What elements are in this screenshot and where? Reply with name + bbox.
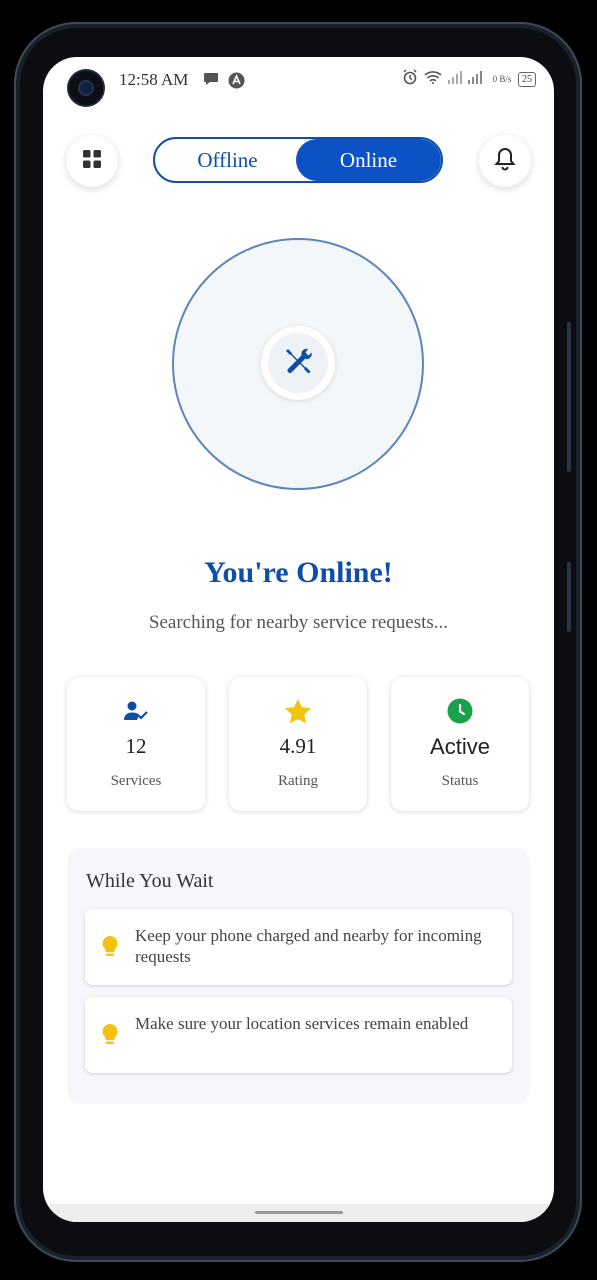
stat-card-services: 12 Services	[67, 677, 205, 811]
stat-value: 4.91	[279, 734, 317, 758]
tips-title: While You Wait	[86, 870, 214, 892]
clock-icon	[391, 697, 529, 725]
availability-toggle[interactable]: Offline Online	[153, 137, 443, 183]
toggle-online[interactable]: Online	[296, 139, 441, 181]
lightbulb-icon	[101, 1023, 119, 1052]
side-button	[567, 562, 571, 632]
system-nav-bar	[43, 1204, 554, 1222]
battery-indicator: 25	[518, 71, 536, 87]
chat-bubble-icon	[203, 72, 219, 91]
tools-icon	[282, 345, 314, 382]
user-check-icon	[67, 697, 205, 725]
stat-value: 12	[125, 734, 147, 758]
signal-icon	[448, 70, 486, 88]
grid-icon	[81, 148, 103, 175]
front-camera	[69, 71, 103, 105]
bell-icon	[494, 147, 516, 176]
app-badge-icon	[228, 72, 245, 94]
page-title: You're Online!	[204, 556, 393, 589]
home-gesture-handle[interactable]	[255, 1211, 343, 1214]
tip-text: Make sure your location services remain …	[135, 1014, 469, 1033]
stat-card-rating: 4.91 Rating	[229, 677, 367, 811]
side-button	[567, 322, 571, 472]
app-screen: 12:58 AM 0 B/s 25 Offline Online You're …	[43, 57, 554, 1222]
stat-label: Status	[441, 773, 479, 789]
stat-value: Active	[430, 734, 490, 759]
tip-item: Make sure your location services remain …	[85, 997, 512, 1073]
tip-item: Keep your phone charged and nearby for i…	[85, 909, 512, 985]
status-time: 12:58 AM	[119, 70, 189, 89]
stat-label: Services	[110, 773, 162, 789]
menu-button[interactable]	[66, 135, 118, 187]
page-subtitle: Searching for nearby service requests...	[148, 612, 449, 633]
radar-center	[261, 326, 335, 400]
stat-card-status: Active Status	[391, 677, 529, 811]
tip-text: Keep your phone charged and nearby for i…	[135, 926, 482, 966]
lightbulb-icon	[101, 935, 119, 964]
wifi-icon	[424, 70, 442, 88]
notifications-button[interactable]	[479, 135, 531, 187]
star-icon	[229, 697, 367, 725]
data-speed: 0 B/s	[492, 73, 512, 84]
stat-label: Rating	[278, 773, 318, 789]
alarm-icon	[402, 69, 418, 89]
tips-panel: While You Wait Keep your phone charged a…	[67, 848, 530, 1104]
status-bar: 12:58 AM 0 B/s 25	[43, 57, 554, 113]
toggle-offline[interactable]: Offline	[155, 139, 300, 181]
